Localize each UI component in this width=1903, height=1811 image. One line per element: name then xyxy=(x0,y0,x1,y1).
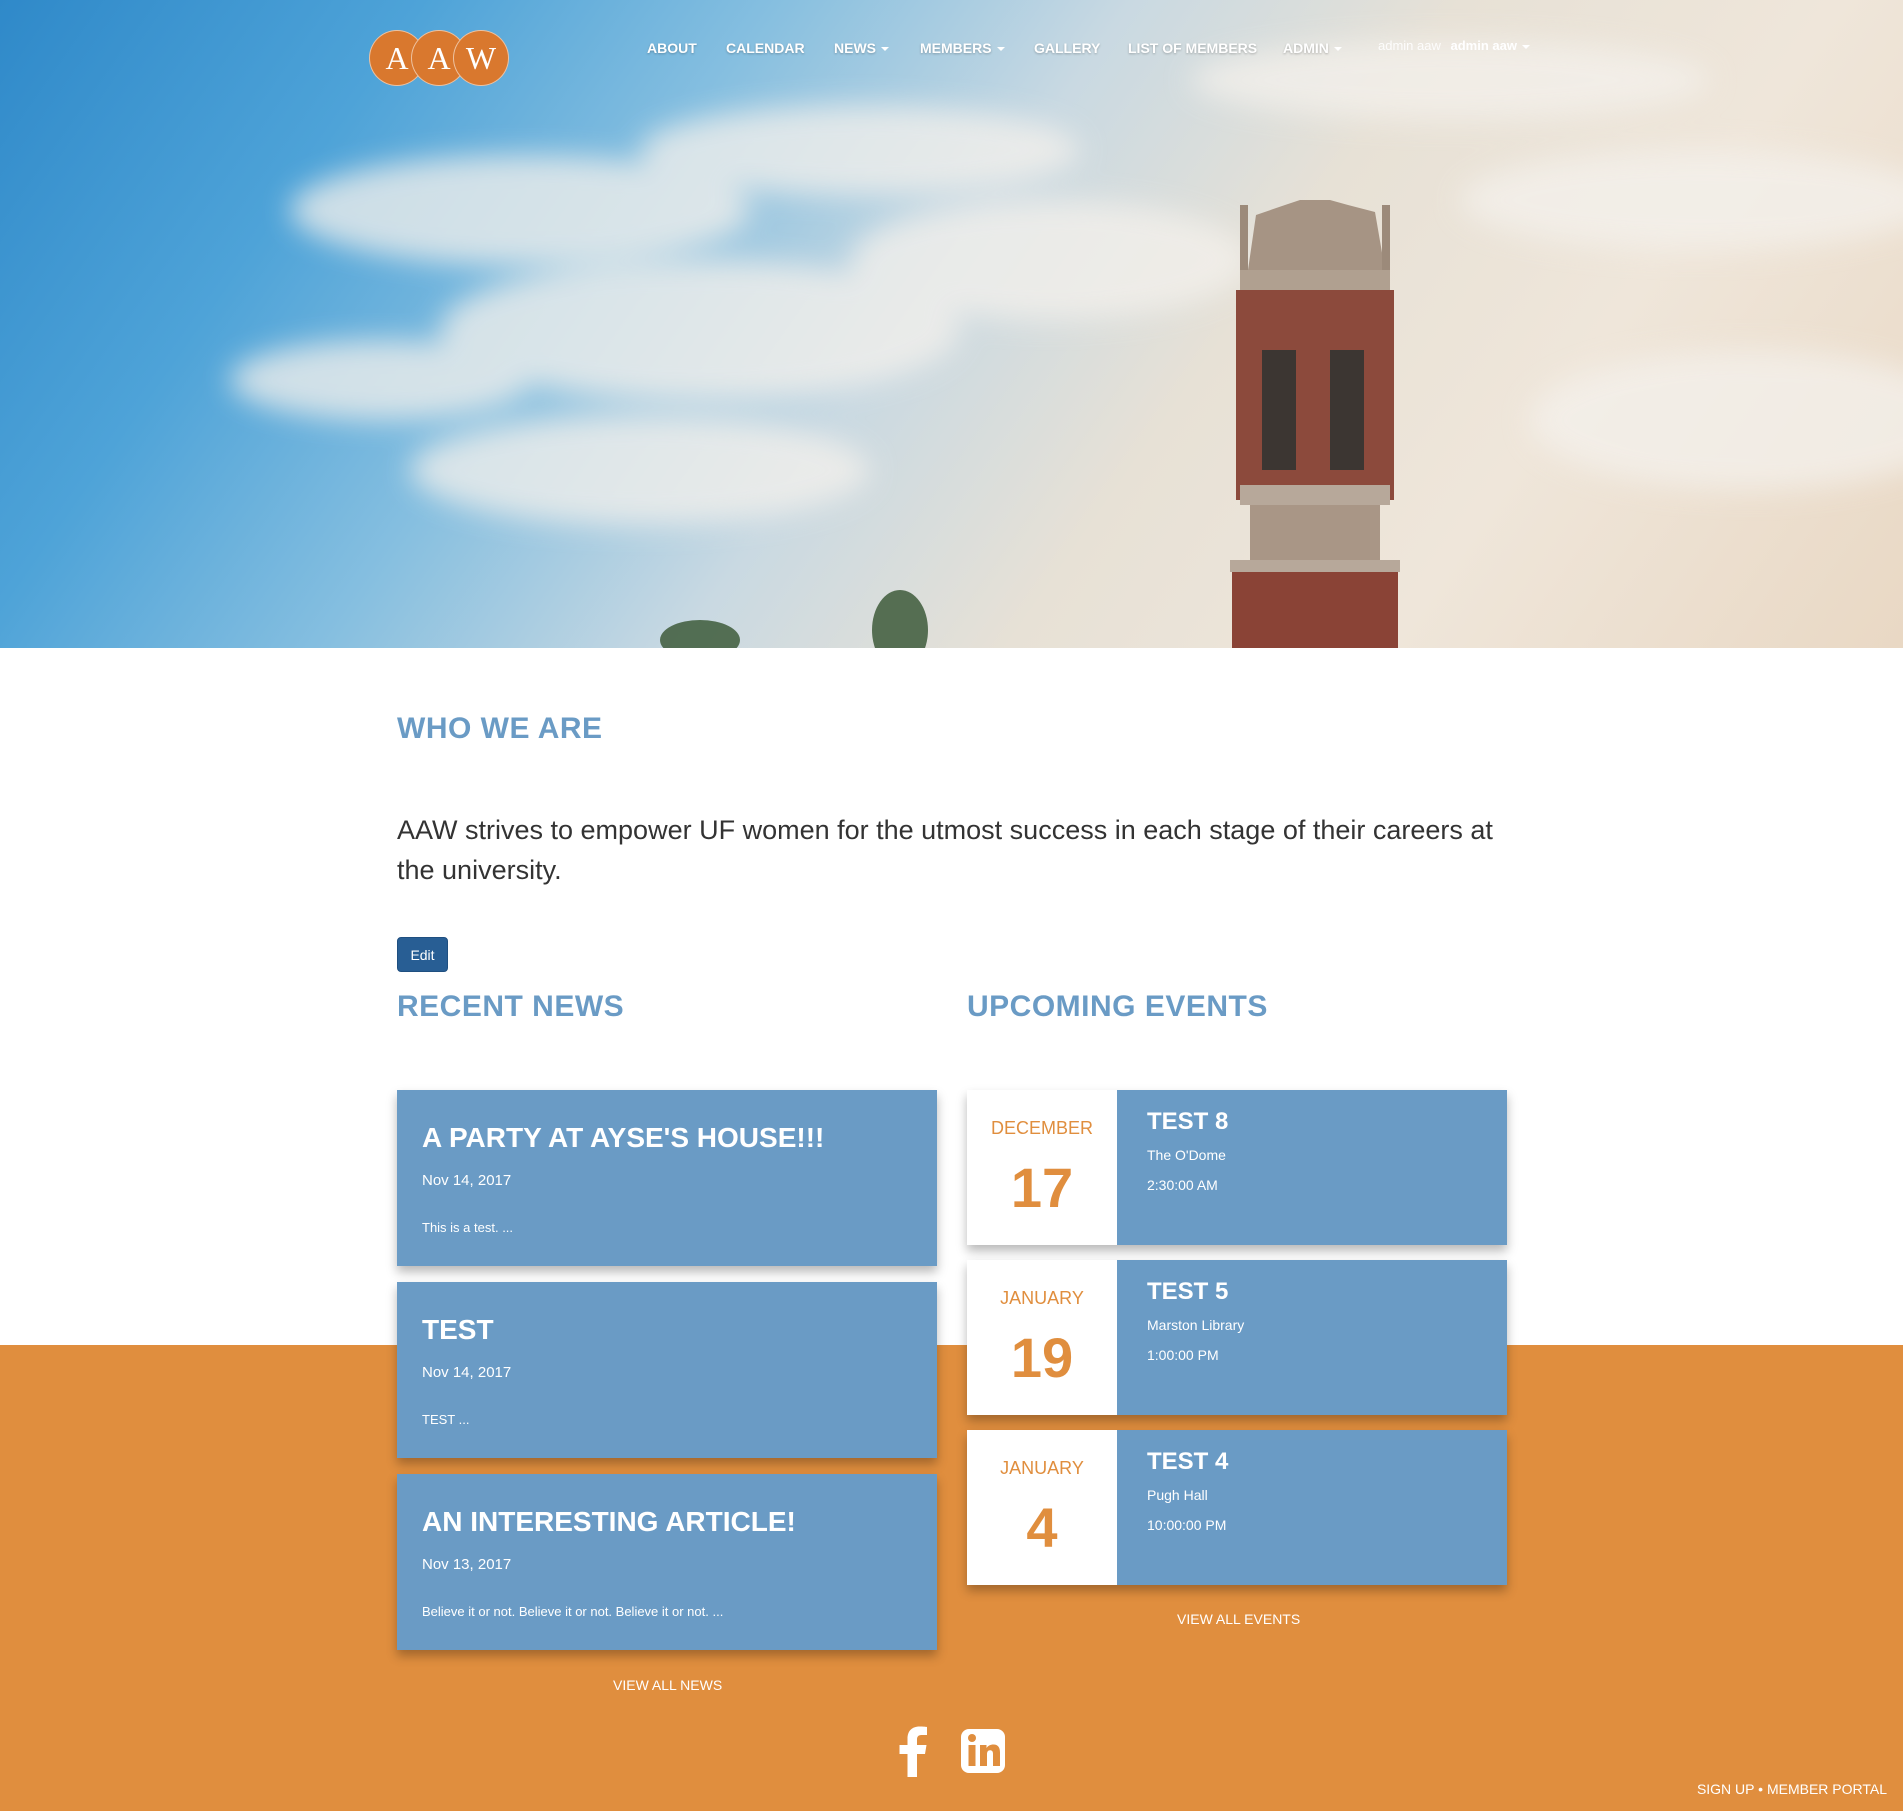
event-info: TEST 8 The O'Dome 2:30:00 AM xyxy=(1117,1090,1507,1245)
event-time: 10:00:00 PM xyxy=(1147,1517,1227,1533)
event-location: The O'Dome xyxy=(1147,1147,1226,1163)
recent-news-title: RECENT NEWS xyxy=(397,990,625,1023)
user-menu-toggle[interactable]: admin aaw xyxy=(1451,38,1530,53)
linkedin-icon[interactable] xyxy=(959,1725,1007,1777)
nav-calendar[interactable]: CALENDAR xyxy=(726,40,805,56)
news-snippet: This is a test. ... xyxy=(422,1220,514,1235)
event-month: JANUARY xyxy=(1000,1458,1084,1478)
aaw-logo[interactable]: A A W xyxy=(369,30,509,88)
event-day: 19 xyxy=(1010,1326,1074,1389)
sign-up-link[interactable]: SIGN UP xyxy=(1697,1781,1754,1797)
chevron-down-icon xyxy=(881,47,889,52)
event-day: 17 xyxy=(1010,1156,1074,1219)
tower-illustration xyxy=(1230,200,1400,648)
event-time: 2:30:00 AM xyxy=(1147,1177,1218,1193)
news-date: Nov 14, 2017 xyxy=(422,1364,512,1381)
news-date: Nov 14, 2017 xyxy=(422,1172,512,1189)
hero-banner: A A W ABOUT CALENDAR NEWS MEMBERS GALLER… xyxy=(0,0,1903,648)
upcoming-events-title: UPCOMING EVENTS xyxy=(967,990,1268,1023)
logo-letter: W xyxy=(453,30,509,86)
event-info: TEST 5 Marston Library 1:00:00 PM xyxy=(1117,1260,1507,1415)
member-portal-link[interactable]: MEMBER PORTAL xyxy=(1767,1781,1887,1797)
chevron-down-icon xyxy=(996,47,1005,52)
chevron-down-icon xyxy=(1333,47,1342,52)
edit-button[interactable]: Edit xyxy=(397,937,448,972)
event-date: DECEMBER 17 xyxy=(967,1090,1117,1245)
nav-label: GALLERY xyxy=(1034,40,1101,56)
news-title: TEST xyxy=(422,1314,494,1345)
nav-label: CALENDAR xyxy=(726,40,805,56)
event-title: TEST 4 xyxy=(1147,1448,1229,1475)
who-we-are-text: AAW strives to empower UF women for the … xyxy=(397,815,1493,885)
event-time: 1:00:00 PM xyxy=(1147,1347,1219,1363)
who-we-are-title: WHO WE ARE xyxy=(397,712,603,745)
view-all-news-link[interactable]: VIEW ALL NEWS xyxy=(613,1677,722,1693)
event-title: TEST 5 xyxy=(1147,1278,1229,1305)
nav-admin[interactable]: ADMIN xyxy=(1283,40,1342,56)
news-card[interactable]: TEST Nov 14, 2017 TEST ... xyxy=(397,1282,937,1458)
nav-label: LIST OF MEMBERS xyxy=(1128,40,1258,56)
nav-list-of-members[interactable]: LIST OF MEMBERS xyxy=(1128,40,1257,56)
nav-label: MEMBERS xyxy=(920,40,992,56)
event-day: 4 xyxy=(1026,1496,1058,1559)
nav-gallery[interactable]: GALLERY xyxy=(1034,40,1100,56)
nav-members[interactable]: MEMBERS xyxy=(920,40,1005,56)
event-card[interactable]: JANUARY 19 TEST 5 Marston Library 1:00:0… xyxy=(967,1260,1507,1415)
news-date: Nov 13, 2017 xyxy=(422,1556,512,1573)
news-card[interactable]: A PARTY AT AYSE'S HOUSE!!! Nov 14, 2017 … xyxy=(397,1090,937,1266)
user-name: admin aaw xyxy=(1378,38,1441,53)
nav-label: NEWS xyxy=(834,40,876,56)
news-card[interactable]: AN INTERESTING ARTICLE! Nov 13, 2017 Bel… xyxy=(397,1474,937,1650)
news-snippet: Believe it or not. Believe it or not. Be… xyxy=(422,1604,724,1619)
chevron-down-icon xyxy=(1521,44,1530,49)
event-card[interactable]: JANUARY 4 TEST 4 Pugh Hall 10:00:00 PM xyxy=(967,1430,1507,1585)
event-title: TEST 8 xyxy=(1147,1108,1229,1135)
event-location: Pugh Hall xyxy=(1147,1487,1208,1503)
event-month: DECEMBER xyxy=(990,1118,1093,1138)
event-info: TEST 4 Pugh Hall 10:00:00 PM xyxy=(1117,1430,1507,1585)
footer-separator: • xyxy=(1758,1781,1764,1797)
event-month: JANUARY xyxy=(1000,1288,1084,1308)
event-location: Marston Library xyxy=(1147,1317,1245,1333)
news-title: AN INTERESTING ARTICLE! xyxy=(422,1506,796,1537)
news-snippet: TEST ... xyxy=(422,1412,470,1427)
view-all-events-link[interactable]: VIEW ALL EVENTS xyxy=(1177,1611,1300,1627)
facebook-icon[interactable] xyxy=(889,1725,937,1777)
user-area: admin aaw admin aaw xyxy=(1378,38,1530,53)
nav-label: ADMIN xyxy=(1283,40,1329,56)
nav-about[interactable]: ABOUT xyxy=(647,40,697,56)
nav-label: ABOUT xyxy=(647,40,697,56)
footer-background xyxy=(0,1345,1903,1811)
nav-news[interactable]: NEWS xyxy=(834,40,889,56)
hero-sky-image xyxy=(230,40,1903,648)
news-title: A PARTY AT AYSE'S HOUSE!!! xyxy=(422,1122,825,1153)
event-card[interactable]: DECEMBER 17 TEST 8 The O'Dome 2:30:00 AM xyxy=(967,1090,1507,1245)
event-date: JANUARY 19 xyxy=(967,1260,1117,1415)
footer-links: SIGN UP • MEMBER PORTAL xyxy=(1697,1781,1887,1797)
event-date: JANUARY 4 xyxy=(967,1430,1117,1585)
user-menu-label: admin aaw xyxy=(1450,38,1517,53)
